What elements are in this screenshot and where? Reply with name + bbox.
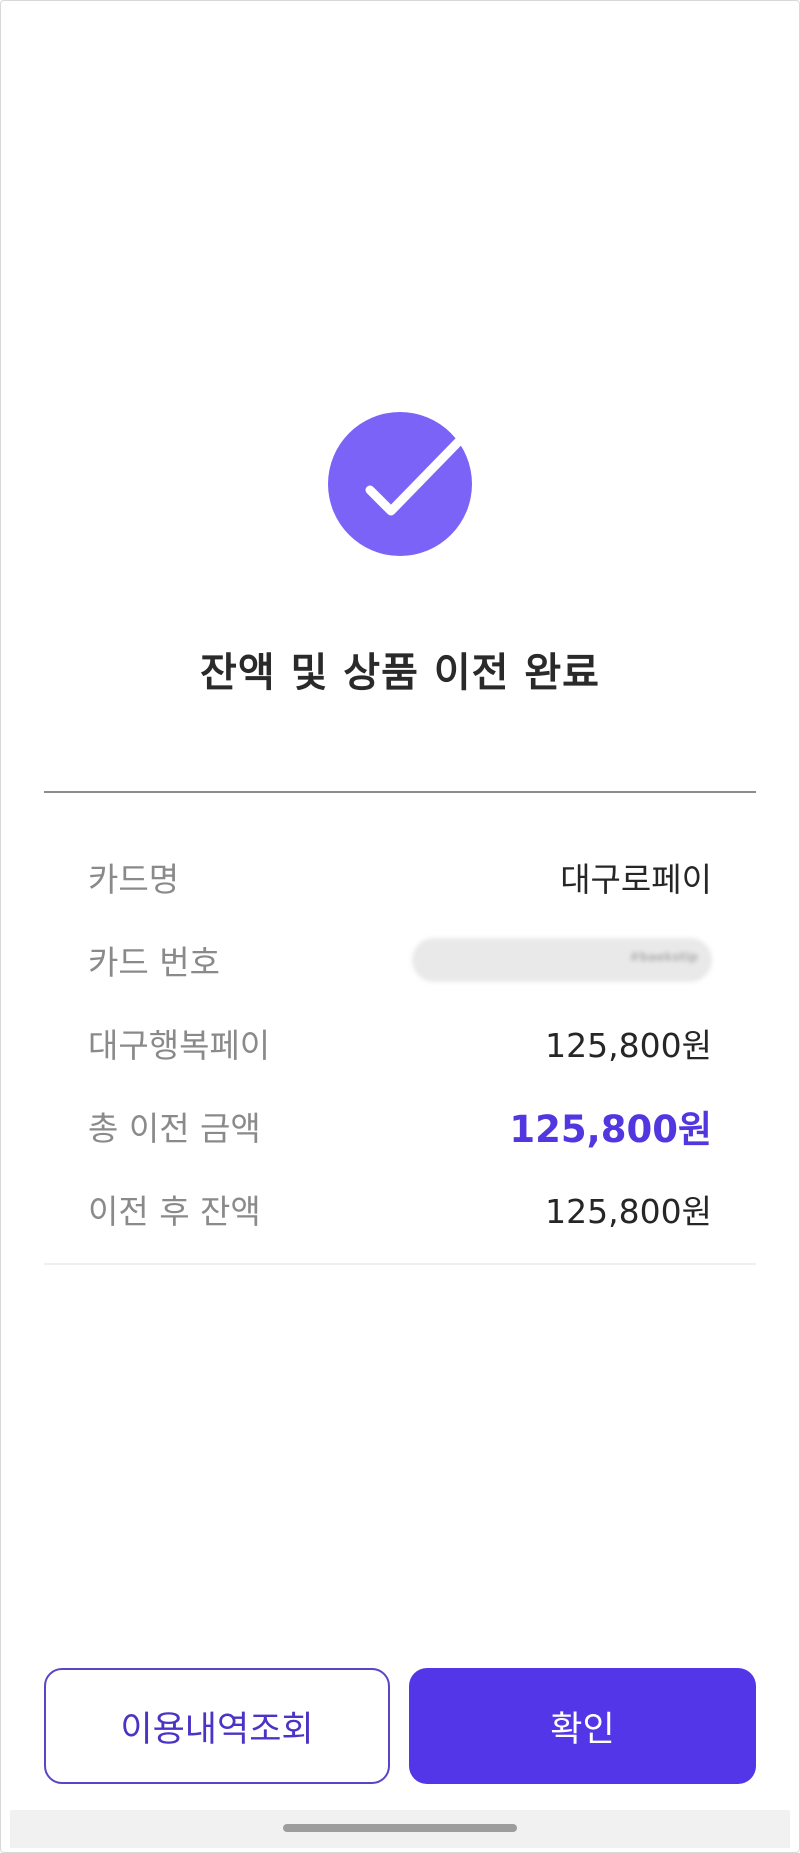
total-amount-value: 125,800원 [509, 1107, 712, 1151]
check-icon [365, 429, 471, 516]
pay-balance-label: 대구행복페이 [88, 1025, 271, 1065]
transfer-details: 카드명 대구로페이 카드 번호 #baekstip 대구행복페이 125,800… [88, 835, 712, 1250]
detail-row-pay-balance: 대구행복페이 125,800원 [88, 1001, 712, 1084]
card-number-masked: #baekstip [412, 937, 712, 982]
watermark-text: #baekstip [629, 949, 698, 964]
success-badge [328, 412, 472, 556]
remaining-balance-value: 125,800원 [545, 1191, 712, 1231]
detail-row-card-number: 카드 번호 #baekstip [88, 918, 712, 1001]
confirm-button[interactable]: 확인 [409, 1668, 756, 1784]
home-indicator[interactable] [283, 1824, 517, 1832]
card-name-value: 대구로페이 [560, 859, 712, 899]
divider-bottom [44, 1263, 756, 1265]
detail-row-remaining-balance: 이전 후 잔액 125,800원 [88, 1167, 712, 1250]
remaining-balance-label: 이전 후 잔액 [88, 1191, 261, 1231]
card-number-label: 카드 번호 [88, 942, 220, 982]
total-amount-label: 총 이전 금액 [88, 1108, 261, 1148]
pay-balance-value: 125,800원 [545, 1025, 712, 1065]
card-name-label: 카드명 [88, 859, 180, 899]
detail-row-total-amount: 총 이전 금액 125,800원 [88, 1084, 712, 1167]
page-title: 잔액 및 상품 이전 완료 [200, 650, 600, 696]
history-button[interactable]: 이용내역조회 [44, 1668, 390, 1784]
divider-top [44, 791, 756, 793]
detail-row-card-name: 카드명 대구로페이 [88, 835, 712, 918]
